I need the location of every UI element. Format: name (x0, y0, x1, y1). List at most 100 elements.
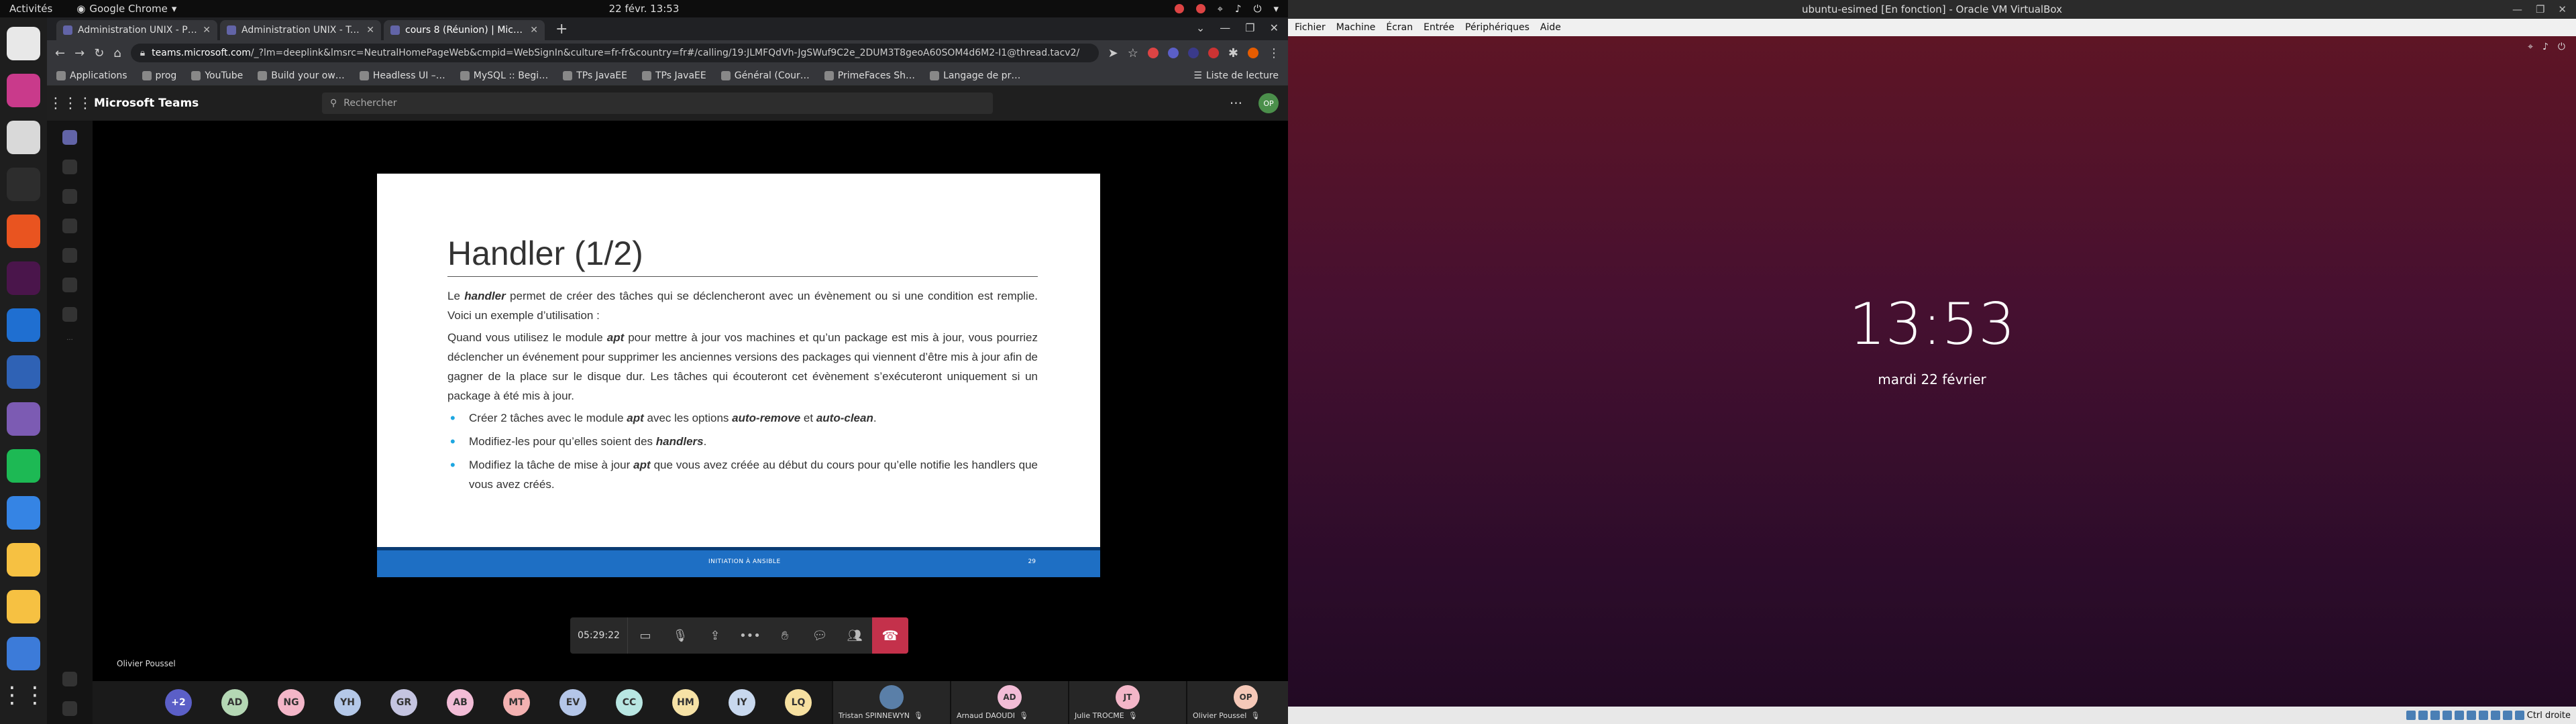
rail-item-chat[interactable] (62, 189, 77, 204)
tab-search-icon[interactable]: ⌄ (1196, 21, 1205, 34)
profile-icon[interactable] (1248, 48, 1258, 58)
tab-admin-unix-2[interactable]: Administration UNIX - Tr… ✕ (220, 20, 381, 40)
extension-red-icon[interactable] (1147, 48, 1159, 58)
bookmark-item[interactable]: YouTube (191, 70, 243, 81)
bookmark-item[interactable]: PrimeFaces Sh… (824, 70, 915, 81)
minimize-icon[interactable]: — (1220, 21, 1230, 34)
extension-purple-icon[interactable] (1167, 48, 1179, 58)
close-icon[interactable]: ✕ (366, 25, 374, 36)
spotify-icon[interactable] (7, 449, 40, 483)
rail-item-calls[interactable] (62, 278, 77, 292)
participant-avatar[interactable]: MT (503, 689, 530, 716)
audio-icon[interactable] (2430, 711, 2440, 720)
tab-teams-meeting[interactable]: cours 8 (Réunion) | Mic… ✕ (384, 20, 545, 40)
forward-icon[interactable]: → (74, 46, 85, 60)
share-screen-icon[interactable]: ⇪ (698, 617, 733, 654)
participant-tile[interactable]: AD Arnaud DAOUDI 🎙︎ (950, 681, 1068, 724)
bookmark-item[interactable]: Build your ow… (258, 70, 345, 81)
back-icon[interactable]: ← (55, 46, 65, 60)
extension-adblock-icon[interactable] (1208, 48, 1219, 58)
raise-hand-icon[interactable]: ✋︎ (767, 617, 802, 654)
bookmark-item[interactable]: Général (Cour… (720, 70, 810, 81)
activities-button[interactable]: Activités (9, 3, 52, 15)
camera-off-icon[interactable]: ▭ (628, 617, 663, 654)
participant-avatar[interactable]: LQ (785, 689, 812, 716)
app-menu[interactable]: ◉ Google Chrome ▾ (76, 3, 176, 15)
vbox-menu-item[interactable]: Écran (1386, 22, 1413, 33)
vbox-menu-item[interactable]: Fichier (1295, 22, 1326, 33)
participant-tile[interactable]: Tristan SPINNEWYN 🎙︎ (832, 681, 950, 724)
rail-item-files[interactable] (62, 307, 77, 322)
network-status-icon[interactable] (2442, 711, 2452, 720)
extension-indigo-icon[interactable] (1187, 48, 1199, 58)
phpstorm-icon[interactable] (7, 74, 40, 107)
reload-icon[interactable]: ↻ (94, 46, 104, 60)
close-icon[interactable]: ✕ (2558, 3, 2567, 15)
rail-item-calendar[interactable] (62, 248, 77, 263)
system-tray[interactable]: ⌖ ♪ ⏻ ▾ (1174, 3, 1279, 15)
hdd-icon[interactable] (2406, 711, 2416, 720)
participant-avatar[interactable]: NG (278, 689, 305, 716)
rail-item-apps[interactable] (62, 672, 77, 686)
participants-icon[interactable]: 👥︎ (837, 617, 872, 654)
avatar[interactable]: OP (1258, 93, 1279, 113)
more-actions-icon[interactable]: ••• (733, 617, 767, 654)
show-applications-icon[interactable]: ⋮⋮ (1, 678, 46, 712)
more-options-icon[interactable]: ··· (1230, 95, 1242, 111)
display-icon[interactable] (2478, 711, 2488, 720)
rail-item-teams[interactable] (62, 219, 77, 233)
emacs-icon[interactable] (7, 402, 40, 436)
ssh-folder2-icon[interactable] (7, 590, 40, 623)
vbox-menu-item[interactable]: Machine (1336, 22, 1376, 33)
address-bar[interactable]: 🔒︎ teams.microsoft.com/_?lm=deeplink&lms… (130, 44, 1099, 62)
new-tab-button[interactable]: + (547, 21, 576, 40)
virtualbox-icon[interactable] (7, 355, 40, 389)
tab-admin-unix-1[interactable]: Administration UNIX - P… ✕ (56, 20, 217, 40)
terminal-icon[interactable] (7, 168, 40, 201)
cpu-icon[interactable] (2502, 711, 2512, 720)
ssh-folder-icon[interactable] (7, 543, 40, 577)
maximize-icon[interactable]: ❐ (2536, 3, 2544, 15)
participant-avatar[interactable]: HM (672, 689, 699, 716)
vbox-menu-item[interactable]: Aide (1540, 22, 1561, 33)
rail-item-help[interactable] (62, 701, 77, 716)
clock[interactable]: 22 févr. 13:53 (609, 3, 680, 15)
vbox-menu-item[interactable]: Périphériques (1465, 22, 1529, 33)
star-icon[interactable]: ☆ (1128, 46, 1138, 60)
reading-list[interactable]: ☰ Liste de lecture (1193, 70, 1279, 81)
vbox-cube-icon[interactable] (7, 637, 40, 670)
home-icon[interactable]: ⌂ (113, 46, 121, 60)
mouse-icon[interactable] (2514, 711, 2524, 720)
bookmark-item[interactable]: prog (142, 70, 176, 81)
bookmark-item[interactable]: Langage de pr… (930, 70, 1020, 81)
chrome-icon[interactable] (7, 27, 40, 60)
chat-icon[interactable]: 💬︎ (802, 617, 837, 654)
app-launcher-icon[interactable]: ⋮⋮⋮ (47, 95, 94, 112)
software-center-icon[interactable] (7, 215, 40, 248)
maximize-icon[interactable]: ❐ (1245, 21, 1254, 34)
participant-avatar[interactable]: CC (616, 689, 643, 716)
participant-avatar[interactable]: IY (729, 689, 755, 716)
participant-avatar[interactable]: AD (221, 689, 248, 716)
bookmark-item[interactable]: Headless UI –… (359, 70, 445, 81)
more-participants-avatar[interactable]: +2 (165, 689, 192, 716)
participant-avatar[interactable]: YH (334, 689, 361, 716)
rail-item-activity[interactable] (62, 160, 77, 174)
vbox-menu-item[interactable]: Entrée (1424, 22, 1454, 33)
minimize-icon[interactable]: — (2512, 3, 2522, 15)
usb-icon[interactable] (2454, 711, 2464, 720)
participant-tile[interactable]: OP Olivier Poussel 🎙︎ (1186, 681, 1304, 724)
bookmark-item[interactable]: TPs JavaEE (563, 70, 627, 81)
close-icon[interactable]: ✕ (203, 25, 211, 36)
slack-icon[interactable] (7, 261, 40, 295)
rail-item-meeting[interactable] (62, 130, 77, 145)
participant-avatar[interactable]: AB (447, 689, 474, 716)
files-icon[interactable] (7, 121, 40, 154)
guest-tray[interactable]: ⌖ ♪ ⏻ (2528, 42, 2565, 52)
search-input[interactable]: ⚲ Rechercher (322, 93, 993, 114)
send-icon[interactable]: ➤ (1108, 46, 1118, 60)
bookmark-item[interactable]: Applications (56, 70, 127, 81)
participant-tile[interactable]: JT Julie TROCME 🎙︎ (1068, 681, 1186, 724)
bookmark-item[interactable]: MySQL :: Begi… (460, 70, 548, 81)
recording-icon[interactable] (2490, 711, 2500, 720)
